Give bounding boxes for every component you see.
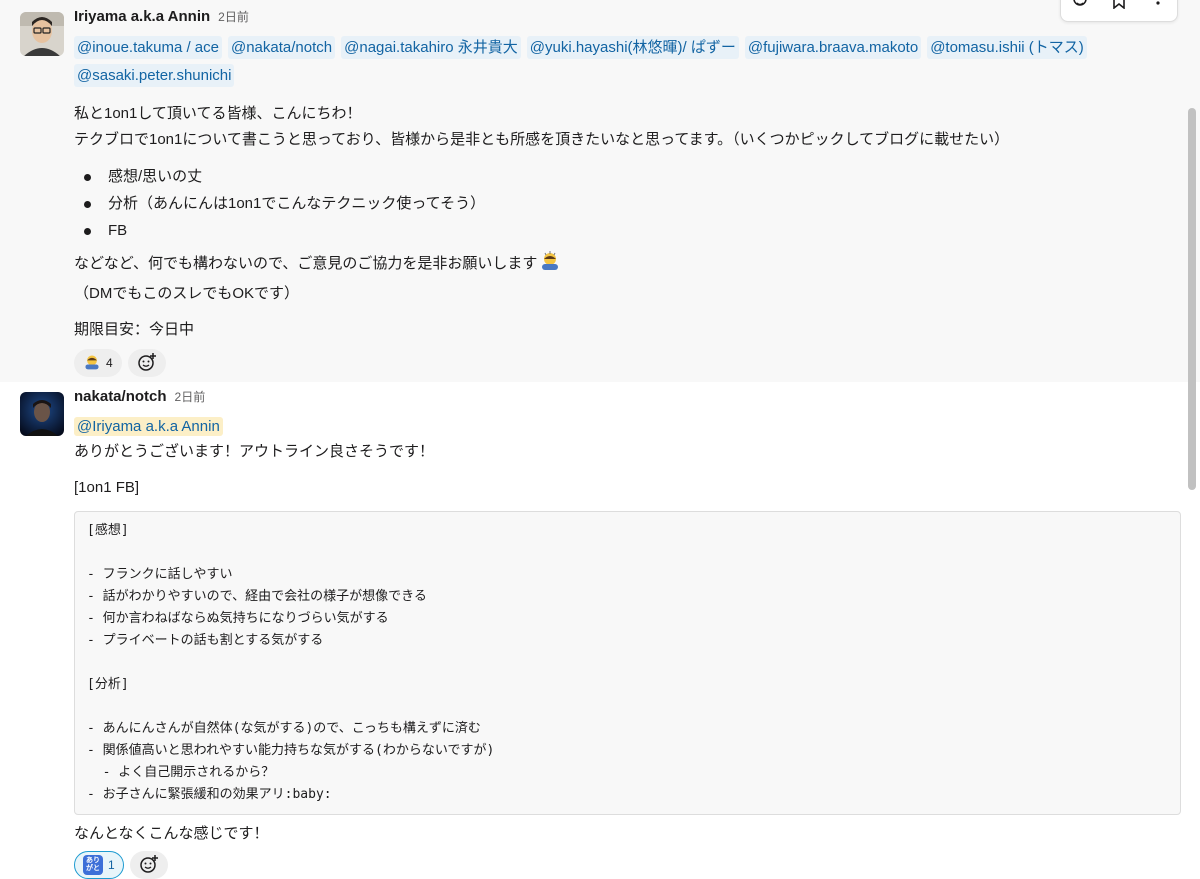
reaction-thanks[interactable]: ありがと 1 <box>74 851 124 879</box>
code-line: - 関係値高いと思われやすい能力持ちな気がする(わからないですが) <box>87 743 495 758</box>
timestamp[interactable]: 2日前 <box>175 388 206 405</box>
save-action[interactable] <box>1105 0 1133 19</box>
message-header: Iriyama a.k.a Annin 2日前 <box>74 8 1180 34</box>
author-name[interactable]: Iriyama a.k.a Annin <box>74 8 210 25</box>
message-body: 私と1on1して頂いてる皆様、こんにちわ！ テクブロで1on1について書こうと思… <box>74 101 1180 343</box>
code-line: - フランクに話しやすい <box>87 567 233 582</box>
reaction-bar: 4 <box>74 349 1180 377</box>
add-reaction-button[interactable] <box>127 349 166 377</box>
code-line: [感想] <box>87 523 129 538</box>
avatar-nakata[interactable] <box>20 392 64 436</box>
message-iriyama: Iriyama a.k.a Annin 2日前 @inoue.takuma / … <box>0 0 1200 382</box>
more-vertical-icon <box>1155 0 1161 13</box>
mention-sasaki[interactable]: @sasaki.peter.shunichi <box>74 64 235 87</box>
message-header: nakata/notch 2日前 <box>74 388 1180 414</box>
code-line: - お子さんに緊張緩和の効果アリ:baby: <box>87 787 332 802</box>
bullet-item: 分析（あんにんは1on1でこんなテクニック使ってそう） <box>80 190 1180 217</box>
avatar-iriyama[interactable] <box>20 12 64 56</box>
bullet-list: 感想/思いの丈 分析（あんにんは1on1でこんなテクニック使ってそう） FB <box>80 163 1180 244</box>
thanks-emoji-icon: ありがと <box>83 855 103 875</box>
mention-row: @Iriyama a.k.a Annin <box>74 416 1180 437</box>
closing-text: などなど、何でも構わないので、ご意見のご協力を是非お願いします <box>74 255 538 272</box>
bookmark-icon <box>1112 0 1126 13</box>
mention-hayashi[interactable]: @yuki.hayashi(林悠暉)/ ぱずー <box>526 36 739 59</box>
reaction-bar: ありがと 1 <box>74 851 1180 879</box>
add-reaction-icon <box>139 854 159 877</box>
code-line: - 話がわかりやすいので、経由で会社の様子が想像できる <box>87 589 427 604</box>
scrollbar-thumb[interactable] <box>1188 108 1196 490</box>
closing-text: なんとなくこんな感じです！ <box>74 825 269 842</box>
more-actions[interactable] <box>1144 0 1172 19</box>
fb-label: [1on1 FB] <box>74 479 140 496</box>
reaction-count: 4 <box>106 356 113 370</box>
closing-line-2: （DMでもこのスレでもOKです） <box>74 285 300 302</box>
thanks-text: ありがとうございます！アウトライン良さそうです！ <box>74 443 435 460</box>
mention-nagai[interactable]: @nagai.takahiro 永井貴大 <box>341 36 521 59</box>
add-reaction-button[interactable] <box>129 851 168 879</box>
intro-line-2: テクブロで1on1について書こうと思っており、皆様から是非とも所感を頂きたいなと… <box>74 131 1010 148</box>
add-reaction-icon <box>137 352 157 375</box>
bullet-item: 感想/思いの丈 <box>80 163 1180 190</box>
mention-fujiwara[interactable]: @fujiwara.braava.makoto <box>744 36 922 59</box>
mention-nakata[interactable]: @nakata/notch <box>227 36 336 59</box>
author-name[interactable]: nakata/notch <box>74 388 167 405</box>
bullet-item: FB <box>80 217 1180 244</box>
mention-inoue[interactable]: @inoue.takuma / ace <box>74 36 222 59</box>
mention-iriyama[interactable]: @Iriyama a.k.a Annin <box>74 417 223 436</box>
mention-ishii[interactable]: @tomasu.ishii (トマス) <box>927 36 1087 59</box>
message-nakata: nakata/notch 2日前 @Iriyama a.k.a Annin あり… <box>0 382 1200 879</box>
intro-line-1: 私と1on1して頂いてる皆様、こんにちわ！ <box>74 105 362 122</box>
code-line: - あんにんさんが自然体(な気がする)ので、こっちも構えずに済む <box>87 721 481 736</box>
code-line: - よく自己開示されるから？ <box>87 765 275 780</box>
add-reaction-icon <box>1071 0 1089 13</box>
timestamp[interactable]: 2日前 <box>218 8 249 25</box>
reaction-bow[interactable]: 4 <box>74 349 122 377</box>
closing-line-1: などなど、何でも構わないので、ご意見のご協力を是非お願いします <box>74 250 1180 281</box>
code-line: [分析] <box>87 677 129 692</box>
reaction-count: 1 <box>108 858 115 872</box>
deadline-text: 期限目安：今日中 <box>74 321 195 338</box>
add-reaction-action[interactable] <box>1066 0 1094 19</box>
code-line: - 何か言わねばならぬ気持ちになりづらい気がする <box>87 611 389 626</box>
message-actions-toolbar <box>1060 0 1178 22</box>
mention-list: @inoue.takuma / ace @nakata/notch @nagai… <box>74 36 1174 87</box>
bow-emoji-icon <box>539 250 561 281</box>
code-line: - プライベートの話も割とする気がする <box>87 633 324 648</box>
code-block: [感想] - フランクに話しやすい - 話がわかりやすいので、経由で会社の様子が想… <box>74 511 1181 815</box>
bow-emoji-icon <box>83 353 101 374</box>
